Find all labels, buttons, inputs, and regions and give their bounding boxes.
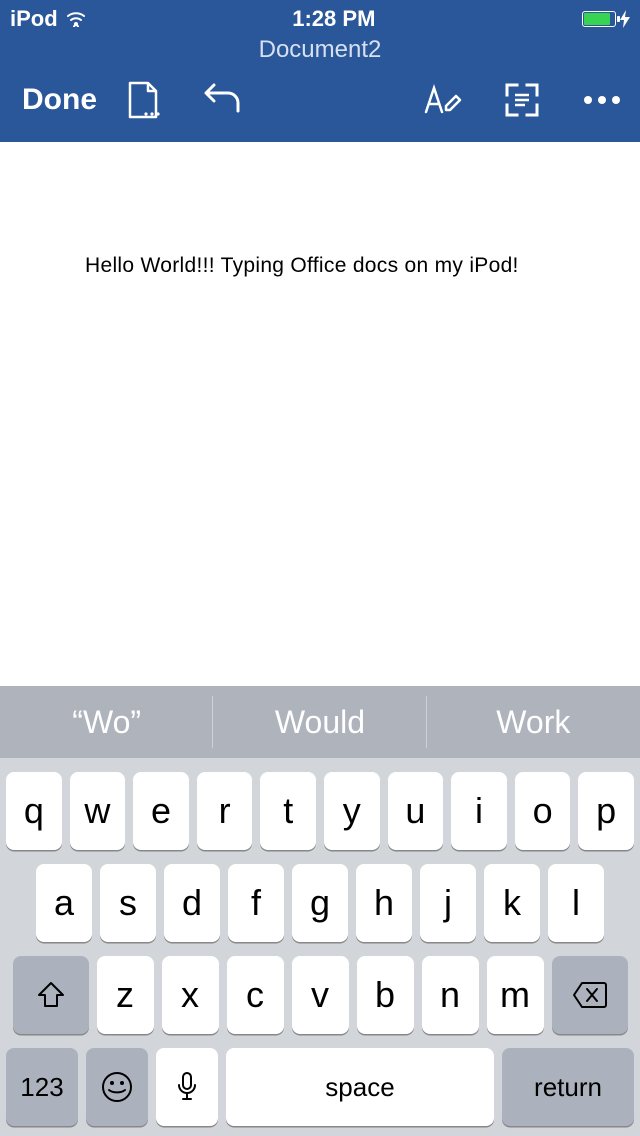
space-key[interactable]: space xyxy=(226,1048,494,1126)
suggestion-bar: “Wo” Would Work xyxy=(0,686,640,758)
key-b[interactable]: b xyxy=(357,956,414,1034)
emoji-key[interactable] xyxy=(86,1048,148,1126)
dictation-key[interactable] xyxy=(156,1048,218,1126)
backspace-key[interactable] xyxy=(552,956,628,1034)
battery-icon xyxy=(582,11,616,27)
key-t[interactable]: t xyxy=(260,772,316,850)
key-l[interactable]: l xyxy=(548,864,604,942)
key-p[interactable]: p xyxy=(578,772,634,850)
key-n[interactable]: n xyxy=(422,956,479,1034)
key-r[interactable]: r xyxy=(197,772,253,850)
status-bar: iPod 1:28 PM xyxy=(0,0,640,34)
wifi-icon xyxy=(66,11,86,27)
toolbar: Done xyxy=(0,70,640,142)
more-icon[interactable] xyxy=(582,80,622,120)
suggestion-3[interactable]: Work xyxy=(427,686,640,758)
file-icon[interactable] xyxy=(123,80,163,120)
format-icon[interactable] xyxy=(422,80,462,120)
key-x[interactable]: x xyxy=(162,956,219,1034)
key-e[interactable]: e xyxy=(133,772,189,850)
key-row-bottom: 123 space return xyxy=(0,1034,640,1136)
key-f[interactable]: f xyxy=(228,864,284,942)
app-header: iPod 1:28 PM Document2 Done xyxy=(0,0,640,142)
key-v[interactable]: v xyxy=(292,956,349,1034)
key-y[interactable]: y xyxy=(324,772,380,850)
key-s[interactable]: s xyxy=(100,864,156,942)
toolbar-left-group xyxy=(123,80,243,120)
key-row-1: q w e r t y u i o p xyxy=(0,758,640,850)
undo-icon[interactable] xyxy=(203,80,243,120)
keyboard: “Wo” Would Work q w e r t y u i o p a s … xyxy=(0,686,640,1136)
key-m[interactable]: m xyxy=(487,956,544,1034)
document-text: Hello World!!! Typing Office docs on my … xyxy=(85,254,519,277)
key-k[interactable]: k xyxy=(484,864,540,942)
toolbar-right-group xyxy=(422,80,622,120)
document-canvas[interactable]: Hello World!!! Typing Office docs on my … xyxy=(0,142,640,278)
status-left: iPod xyxy=(10,6,86,32)
shift-key[interactable] xyxy=(13,956,89,1034)
key-z[interactable]: z xyxy=(97,956,154,1034)
key-q[interactable]: q xyxy=(6,772,62,850)
key-g[interactable]: g xyxy=(292,864,348,942)
carrier-label: iPod xyxy=(10,6,58,32)
mobile-view-icon[interactable] xyxy=(502,80,542,120)
key-o[interactable]: o xyxy=(515,772,571,850)
return-key[interactable]: return xyxy=(502,1048,634,1126)
key-h[interactable]: h xyxy=(356,864,412,942)
key-w[interactable]: w xyxy=(70,772,126,850)
key-i[interactable]: i xyxy=(451,772,507,850)
key-u[interactable]: u xyxy=(388,772,444,850)
key-row-2: a s d f g h j k l xyxy=(0,850,640,942)
key-d[interactable]: d xyxy=(164,864,220,942)
charging-icon xyxy=(620,10,630,28)
clock: 1:28 PM xyxy=(292,6,375,32)
key-c[interactable]: c xyxy=(227,956,284,1034)
numeric-key[interactable]: 123 xyxy=(6,1048,78,1126)
status-right xyxy=(582,10,630,28)
document-title: Document2 xyxy=(0,34,640,70)
key-j[interactable]: j xyxy=(420,864,476,942)
suggestion-1[interactable]: “Wo” xyxy=(0,686,213,758)
key-a[interactable]: a xyxy=(36,864,92,942)
key-row-3: z x c v b n m xyxy=(0,942,640,1034)
done-button[interactable]: Done xyxy=(22,83,97,117)
suggestion-2[interactable]: Would xyxy=(213,686,426,758)
